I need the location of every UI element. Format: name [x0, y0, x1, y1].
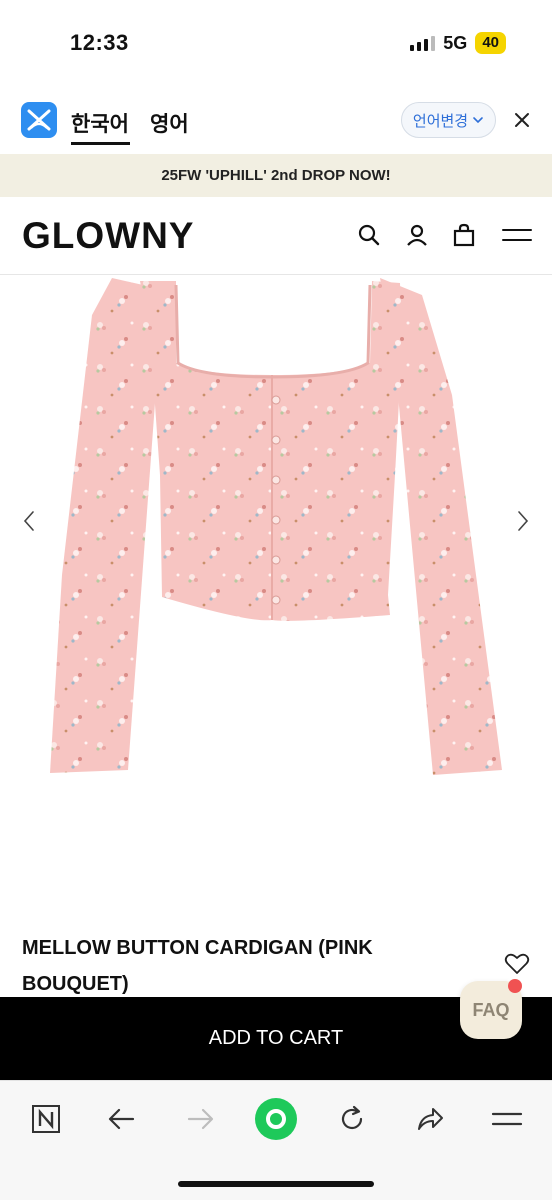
faq-label: FAQ [472, 999, 510, 1020]
reload-icon[interactable] [330, 1097, 374, 1141]
status-time: 12:33 [70, 30, 129, 55]
translate-bar: 한국어 영어 언어변경 [0, 90, 552, 154]
user-icon[interactable] [403, 221, 431, 249]
announcement-text: 25FW 'UPHILL' 2nd DROP NOW! [161, 167, 391, 184]
pink-floral-cardigan-image [50, 278, 502, 775]
menu-icon[interactable] [500, 221, 534, 249]
forward-arrow-icon[interactable] [178, 1097, 222, 1141]
search-icon[interactable] [355, 221, 383, 249]
close-translate-button[interactable] [510, 108, 534, 132]
chevron-down-icon [473, 117, 483, 124]
active-tab-underline [71, 142, 130, 145]
wishlist-button[interactable] [503, 950, 531, 978]
product-title: MELLOW BUTTON CARDIGAN (PINK BOUQUET) [22, 937, 373, 995]
signal-icon [410, 35, 436, 51]
add-to-cart-label: ADD TO CART [208, 1027, 344, 1049]
battery-icon: 40 [475, 32, 506, 54]
heart-icon [504, 953, 530, 974]
naver-icon[interactable] [24, 1097, 68, 1141]
chevron-left-icon [23, 511, 34, 531]
network-type: 5G [443, 32, 468, 53]
status-indicators: 5G 40 [410, 32, 506, 54]
more-menu-icon[interactable] [485, 1097, 529, 1141]
announcement-banner[interactable]: 25FW 'UPHILL' 2nd DROP NOW! [0, 154, 552, 197]
next-image-button[interactable] [509, 503, 537, 539]
change-language-button[interactable]: 언어변경 [401, 102, 496, 138]
chevron-right-icon [518, 511, 529, 531]
change-language-label: 언어변경 [412, 112, 469, 130]
shopping-bag-icon[interactable] [450, 221, 478, 249]
status-bar: 12:33 5G 40 [0, 0, 552, 90]
tab-korean[interactable]: 한국어 [71, 108, 129, 138]
prev-image-button[interactable] [15, 503, 43, 539]
tab-english[interactable]: 영어 [150, 108, 189, 138]
back-arrow-icon[interactable] [100, 1097, 144, 1141]
site-logo[interactable]: GLOWNY [22, 215, 194, 257]
close-icon [515, 113, 529, 127]
home-indicator[interactable] [178, 1181, 374, 1187]
faq-notification-badge [508, 979, 522, 993]
green-home-icon[interactable] [254, 1097, 298, 1141]
product-image-carousel[interactable] [0, 275, 552, 795]
translate-app-icon [21, 102, 57, 138]
share-icon[interactable] [408, 1097, 452, 1141]
site-header: GLOWNY [0, 197, 552, 275]
